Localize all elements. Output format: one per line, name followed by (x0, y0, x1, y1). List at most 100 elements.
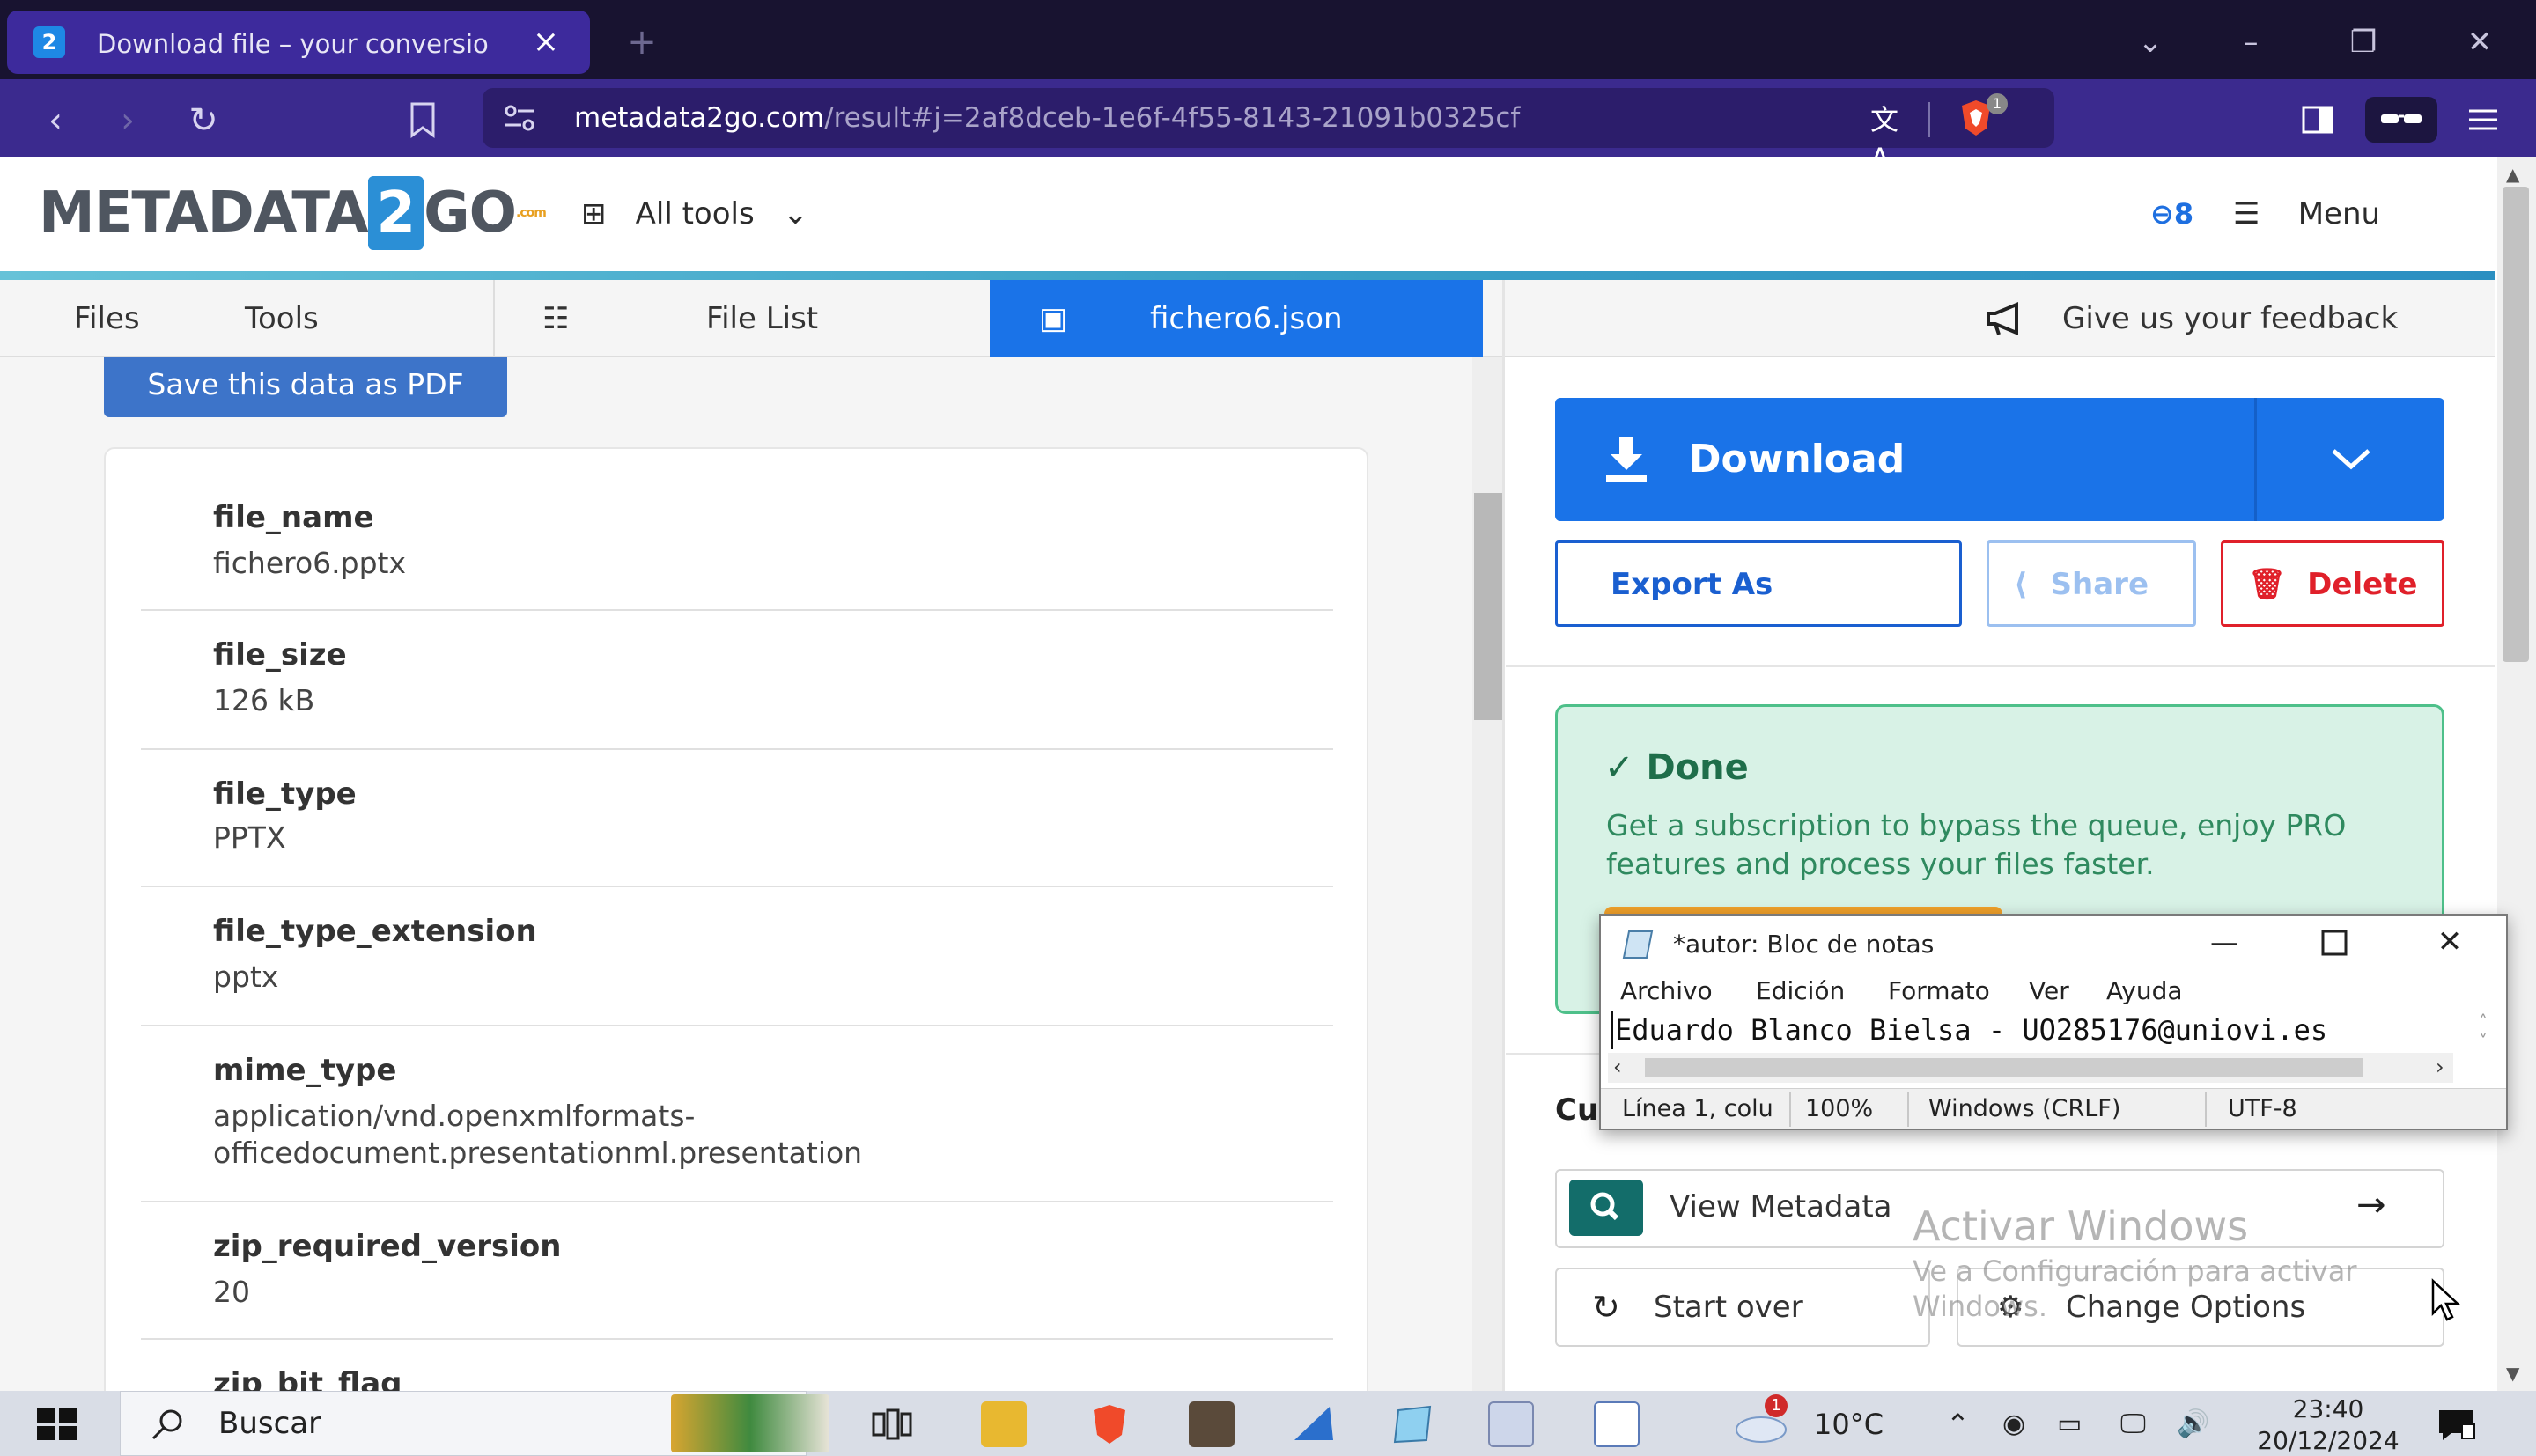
sidebar-toggle-icon[interactable] (2300, 102, 2335, 137)
view-metadata-label: View Metadata (1670, 1189, 1892, 1224)
image-icon: ▣ (1039, 301, 1068, 336)
clock-date[interactable]: 20/12/2024 (2244, 1426, 2413, 1456)
logo-text-right: GO (424, 180, 517, 246)
notepad-minimize-icon[interactable]: — (2207, 924, 2242, 960)
download-icon (1604, 435, 1648, 484)
scroll-up-icon[interactable]: ▲ (2506, 164, 2519, 185)
close-tab-icon[interactable]: × (528, 25, 564, 60)
back-icon[interactable]: ‹ (33, 99, 77, 143)
notifications-icon[interactable] (2436, 1407, 2476, 1442)
meta-key: file_name (213, 500, 374, 535)
notepad-hscroll-thumb[interactable] (1645, 1058, 2363, 1077)
notepad-taskbar-icon[interactable] (1594, 1401, 1640, 1447)
close-window-icon[interactable]: ✕ (2453, 21, 2506, 63)
done-title: ✓ Done (1604, 743, 1749, 792)
site-settings-icon[interactable] (502, 102, 537, 134)
all-tools-menu[interactable]: ⊞ All tools ⌄ (581, 192, 808, 236)
site-favicon: 2 (33, 26, 65, 58)
header-stripe (0, 271, 2495, 280)
export-as-button[interactable]: Export As (1555, 540, 1962, 627)
temperature: 10°C (1814, 1408, 1884, 1441)
url-path: /result#j=2af8dceb-1e6f-4f55-8143-21091b… (824, 102, 1521, 134)
notepad-menu-edicion[interactable]: Edición (1756, 975, 1845, 1007)
network-icon[interactable]: 🖵 (2120, 1405, 2146, 1444)
camera-icon[interactable]: ◉ (2002, 1405, 2025, 1444)
app-icon-tablet[interactable] (1390, 1401, 1435, 1447)
weather-alert-badge: 1 (1765, 1394, 1788, 1417)
logo-number: 2 (367, 176, 424, 250)
credits-count: 8 (2173, 197, 2194, 231)
logo-text-left: METADATA (39, 180, 369, 246)
clock-time[interactable]: 23:40 (2284, 1394, 2372, 1424)
brave-browser-icon[interactable] (1087, 1401, 1132, 1447)
battery-icon[interactable]: ▭ (2057, 1405, 2082, 1444)
tab-file-list[interactable]: File List (706, 280, 818, 357)
meta-value: 126 kB (213, 683, 315, 717)
status-divider (2205, 1092, 2207, 1127)
new-tab-icon[interactable]: + (621, 21, 663, 63)
status-zoom: 100% (1805, 1095, 1874, 1122)
section-heading: Cu (1555, 1092, 1599, 1128)
notepad-vscroll-arrows-icon[interactable]: ˄ ˅ (2469, 1012, 2497, 1053)
feedback-link[interactable]: Give us your feedback (2062, 280, 2398, 357)
reload-icon[interactable]: ↻ (181, 99, 225, 143)
bookmark-icon[interactable] (405, 100, 440, 139)
notepad-menu-formato[interactable]: Formato (1888, 975, 1990, 1007)
volume-icon[interactable]: 🔊 (2177, 1405, 2209, 1444)
meta-value: application/vnd.openxmlformats- (213, 1099, 696, 1133)
notepad-menu-ver[interactable]: Ver (2029, 975, 2069, 1007)
forward-icon[interactable]: › (106, 99, 150, 143)
meta-value: pptx (213, 960, 279, 994)
toolbar-divider (1928, 102, 1930, 137)
credits-indicator[interactable]: ⊖8 (2150, 192, 2193, 236)
left-scrollbar-thumb[interactable] (1474, 493, 1502, 720)
page-scrollbar-thumb[interactable] (2503, 187, 2529, 662)
show-hidden-icons-chevron-icon[interactable]: ⌃ (1946, 1405, 1970, 1444)
task-view-icon[interactable] (868, 1401, 914, 1447)
url-host: metadata2go.com (574, 102, 825, 134)
section-divider (1506, 665, 2495, 667)
notepad-menu-ayuda[interactable]: Ayuda (2106, 975, 2183, 1007)
notepad-close-icon[interactable]: ✕ (2432, 924, 2467, 960)
file-explorer-icon[interactable] (981, 1401, 1027, 1447)
app-icon-shark[interactable] (1291, 1401, 1337, 1447)
meta-divider (141, 748, 1333, 750)
logo-domain: .com (516, 206, 547, 220)
scroll-down-icon[interactable]: ▼ (2506, 1363, 2519, 1384)
app-icon-cat[interactable] (1189, 1401, 1235, 1447)
download-options-chevron-icon[interactable] (2326, 437, 2376, 481)
activation-watermark-text: Ve a Configuración para activar Windows. (1913, 1254, 2356, 1324)
meta-key: file_type (213, 776, 357, 812)
notepad-title: *autor: Bloc de notas (1673, 930, 1935, 959)
restore-window-icon[interactable]: ❐ (2337, 21, 2390, 63)
meta-value-cont: officedocument.presentationml.presentati… (213, 1136, 863, 1170)
share-button[interactable]: ⟨ Share (1987, 540, 2196, 627)
save-as-pdf-button[interactable]: Save this data as PDF (104, 357, 507, 417)
notepad-maximize-icon[interactable] (2319, 928, 2349, 958)
notepad-icon (1622, 930, 1657, 960)
minimize-window-icon[interactable]: – (2224, 21, 2277, 63)
translate-icon[interactable]: 文A (1870, 100, 1909, 175)
status-position: Línea 1, colu (1622, 1095, 1773, 1122)
site-logo[interactable]: METADATA 2 GO.com (39, 176, 547, 250)
leo-ai-icon[interactable] (2365, 97, 2437, 143)
delete-button[interactable]: 🗑 Delete (2221, 540, 2444, 627)
windows-start-icon[interactable] (35, 1407, 79, 1442)
meta-value: fichero6.pptx (213, 546, 407, 580)
browser-menu-icon[interactable] (2466, 102, 2501, 137)
download-split-divider (2254, 398, 2257, 521)
scroll-left-icon[interactable]: ‹ (1613, 1055, 1622, 1079)
list-icon: ☷ (542, 301, 570, 336)
site-menu-button[interactable]: ☰ Menu (2233, 192, 2380, 236)
tab-tools[interactable]: Tools (245, 280, 319, 357)
notepad-text-area[interactable]: Eduardo Blanco Bielsa - UO285176@uniovi.… (1611, 1011, 2483, 1049)
notepad-menu-archivo[interactable]: Archivo (1620, 975, 1713, 1007)
tab-active-label: fichero6.json (1150, 301, 1343, 336)
tab-files[interactable]: Files (74, 280, 140, 357)
activation-watermark-title: Activar Windows (1913, 1202, 2249, 1250)
scroll-right-icon[interactable]: › (2436, 1055, 2444, 1079)
start-over-label: Start over (1654, 1290, 1803, 1325)
tab-search-icon[interactable]: ⌄ (2124, 21, 2177, 63)
watermark-line-a: Ve a Configuración para activar (1913, 1254, 2357, 1288)
app-icon-snipping[interactable] (1488, 1401, 1534, 1447)
